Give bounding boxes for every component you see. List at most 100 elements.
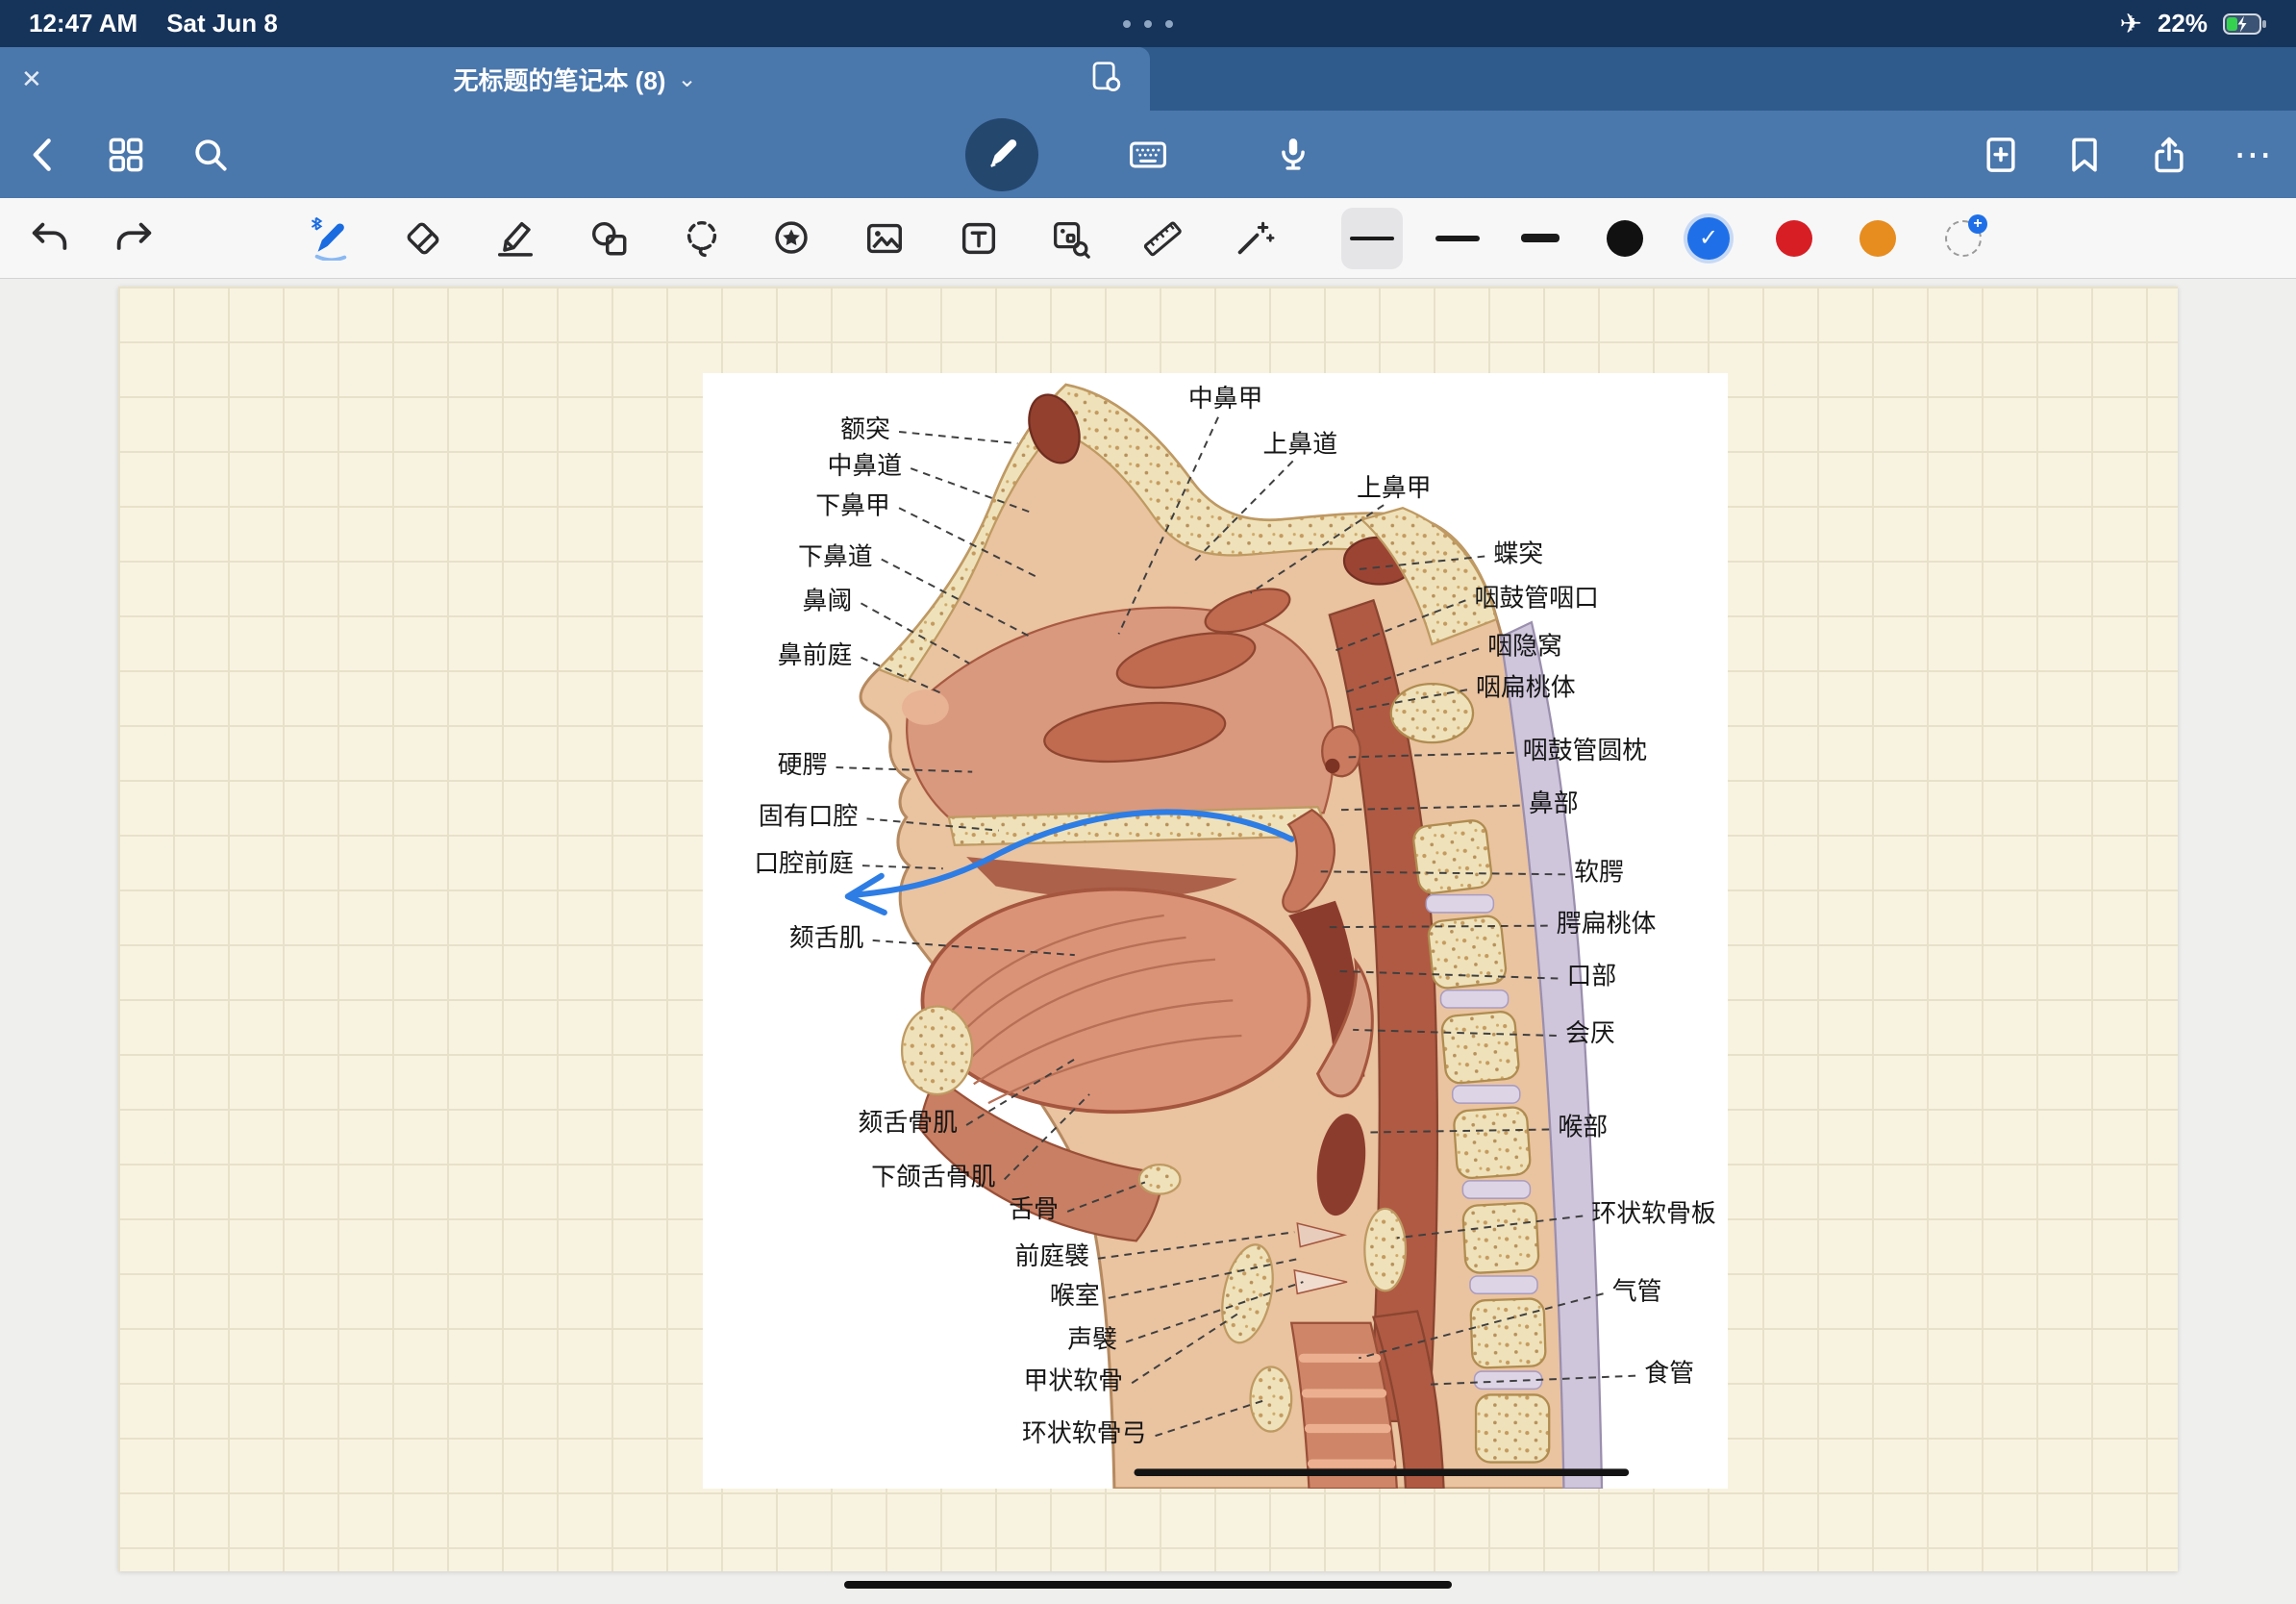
eraser-tool-button[interactable]	[396, 212, 450, 265]
anatomy-diagram-image[interactable]: 额突中鼻道下鼻甲下鼻道鼻阈鼻前庭硬腭固有口腔口腔前庭颏舌肌颏舌骨肌下颌舌骨肌舌骨…	[703, 373, 1728, 1489]
diagram-label: 软腭	[1574, 858, 1624, 886]
add-page-button[interactable]	[1976, 130, 2026, 180]
notebook-title[interactable]: 无标题的笔记本 (8) ⌄	[453, 62, 696, 97]
highlighter-tool-button[interactable]	[488, 212, 542, 265]
elements-search-button[interactable]	[1043, 212, 1097, 265]
lasso-tool-button[interactable]	[675, 212, 729, 265]
back-button[interactable]	[19, 130, 69, 180]
thickness-line-thick	[1521, 234, 1560, 242]
diagram-label: 中鼻道	[827, 452, 902, 480]
pen-mode-button[interactable]	[965, 118, 1038, 191]
thickness-option-3[interactable]	[1510, 208, 1571, 269]
elements-tool-button[interactable]	[765, 212, 819, 265]
color-swatch-red[interactable]	[1776, 220, 1812, 257]
redo-button[interactable]	[107, 212, 161, 265]
redo-icon	[112, 216, 156, 261]
thickness-option-2[interactable]	[1427, 208, 1488, 269]
search-button[interactable]	[186, 130, 236, 180]
diagram-label: 舌骨	[1009, 1195, 1059, 1223]
ruler-icon	[1140, 216, 1185, 261]
undo-button[interactable]	[23, 212, 77, 265]
tool-options-bar: ✓ +	[0, 198, 2296, 279]
notebook-tab[interactable]: ✕ 无标题的笔记本 (8) ⌄	[0, 47, 1150, 111]
color-swatch-blue-selected[interactable]: ✓	[1687, 217, 1730, 260]
add-color-button[interactable]: +	[1945, 220, 1982, 257]
diagram-label: 颏舌肌	[789, 924, 864, 952]
text-tool-button[interactable]	[952, 212, 1006, 265]
grid-icon	[105, 134, 147, 176]
keyboard-button[interactable]	[1123, 130, 1173, 180]
text-icon	[957, 216, 1001, 261]
diagram-label: 咽鼓管圆枕	[1523, 737, 1647, 764]
diagram-label: 中鼻甲	[1188, 385, 1263, 413]
shapes-tool-button[interactable]	[583, 212, 636, 265]
plus-badge-icon: +	[1968, 214, 1987, 234]
diagram-label: 额突	[840, 415, 890, 443]
tab-bar: ✕ 无标题的笔记本 (8) ⌄	[0, 47, 2296, 111]
diagram-label: 口腔前庭	[754, 849, 854, 877]
tab-overview-icon[interactable]	[1088, 60, 1123, 99]
airplane-mode-icon: ✈	[2119, 8, 2141, 39]
ellipsis-icon: ⋯	[2234, 145, 2274, 164]
diagram-label: 固有口腔	[759, 802, 859, 830]
diagram-label: 蝶突	[1493, 540, 1543, 568]
thickness-option-1[interactable]	[1341, 208, 1403, 269]
color-swatch-black[interactable]	[1607, 220, 1643, 257]
diagram-label: 甲状软骨	[1024, 1366, 1124, 1394]
diagram-label: 腭扁桃体	[1557, 910, 1657, 938]
diagram-label: 咽鼓管咽口	[1475, 584, 1599, 612]
thickness-line-thin	[1350, 237, 1394, 240]
screen: 12:47 AM Sat Jun 8 ✈ 22% ✕ 无标题的笔记本 (8) ⌄	[0, 0, 2296, 1604]
pen-icon	[982, 135, 1022, 175]
diagram-label: 上鼻甲	[1357, 474, 1432, 502]
page-thumbnails-button[interactable]	[101, 130, 151, 180]
status-bar: 12:47 AM Sat Jun 8 ✈ 22%	[0, 0, 2296, 47]
pen-tool-button[interactable]	[304, 212, 358, 265]
diagram-label: 上鼻道	[1263, 430, 1338, 458]
color-swatch-orange[interactable]	[1859, 220, 1896, 257]
check-icon: ✓	[1699, 224, 1718, 252]
diagram-label: 下鼻甲	[815, 491, 890, 519]
notebook-page[interactable]: 额突中鼻道下鼻甲下鼻道鼻阈鼻前庭硬腭固有口腔口腔前庭颏舌肌颏舌骨肌下颌舌骨肌舌骨…	[118, 287, 2178, 1571]
diagram-label: 环状软骨弓	[1022, 1419, 1146, 1447]
anatomy-illustration	[861, 385, 1602, 1489]
diagram-label: 鼻阈	[803, 587, 853, 614]
sticker-star-icon	[770, 216, 814, 261]
shapes-icon	[587, 216, 632, 261]
leader-line	[899, 432, 1017, 443]
microphone-button[interactable]	[1268, 130, 1318, 180]
diagram-label: 气管	[1612, 1277, 1662, 1305]
anatomy-figure: 额突中鼻道下鼻甲下鼻道鼻阈鼻前庭硬腭固有口腔口腔前庭颏舌肌颏舌骨肌下颌舌骨肌舌骨…	[703, 373, 1728, 1489]
image-icon	[862, 216, 907, 261]
ruler-tool-button[interactable]	[1136, 212, 1189, 265]
share-button[interactable]	[2144, 130, 2194, 180]
microphone-icon	[1272, 134, 1314, 176]
highlighter-icon	[493, 216, 537, 261]
chevron-left-icon	[23, 134, 65, 176]
diagram-label: 食管	[1644, 1360, 1694, 1388]
home-indicator[interactable]	[844, 1581, 1452, 1589]
laser-pointer-button[interactable]	[1227, 212, 1281, 265]
diagram-label: 咽隐窝	[1487, 633, 1562, 661]
close-tab-icon[interactable]: ✕	[21, 66, 42, 91]
elements-search-icon	[1048, 216, 1092, 261]
add-page-icon	[1980, 134, 2022, 176]
bookmark-button[interactable]	[2059, 130, 2109, 180]
search-icon	[189, 134, 232, 176]
diagram-label: 前庭襞	[1014, 1242, 1089, 1270]
chevron-down-icon: ⌄	[677, 65, 696, 93]
diagram-label: 鼻部	[1529, 789, 1579, 817]
diagram-label: 鼻前庭	[778, 641, 853, 669]
diagram-label: 下颌舌骨肌	[871, 1163, 995, 1190]
diagram-label: 颏舌骨肌	[858, 1109, 958, 1137]
diagram-label: 咽扁桃体	[1476, 673, 1576, 701]
eraser-icon	[401, 216, 445, 261]
diagram-label: 口部	[1566, 963, 1616, 990]
more-button[interactable]: ⋯	[2229, 130, 2279, 180]
image-tool-button[interactable]	[858, 212, 911, 265]
status-right: ✈ 22%	[2119, 8, 2267, 39]
lasso-icon	[680, 216, 724, 261]
main-toolbar: ⋯	[0, 111, 2296, 198]
status-left: 12:47 AM Sat Jun 8	[29, 9, 278, 38]
battery-percent: 22%	[2158, 9, 2208, 38]
